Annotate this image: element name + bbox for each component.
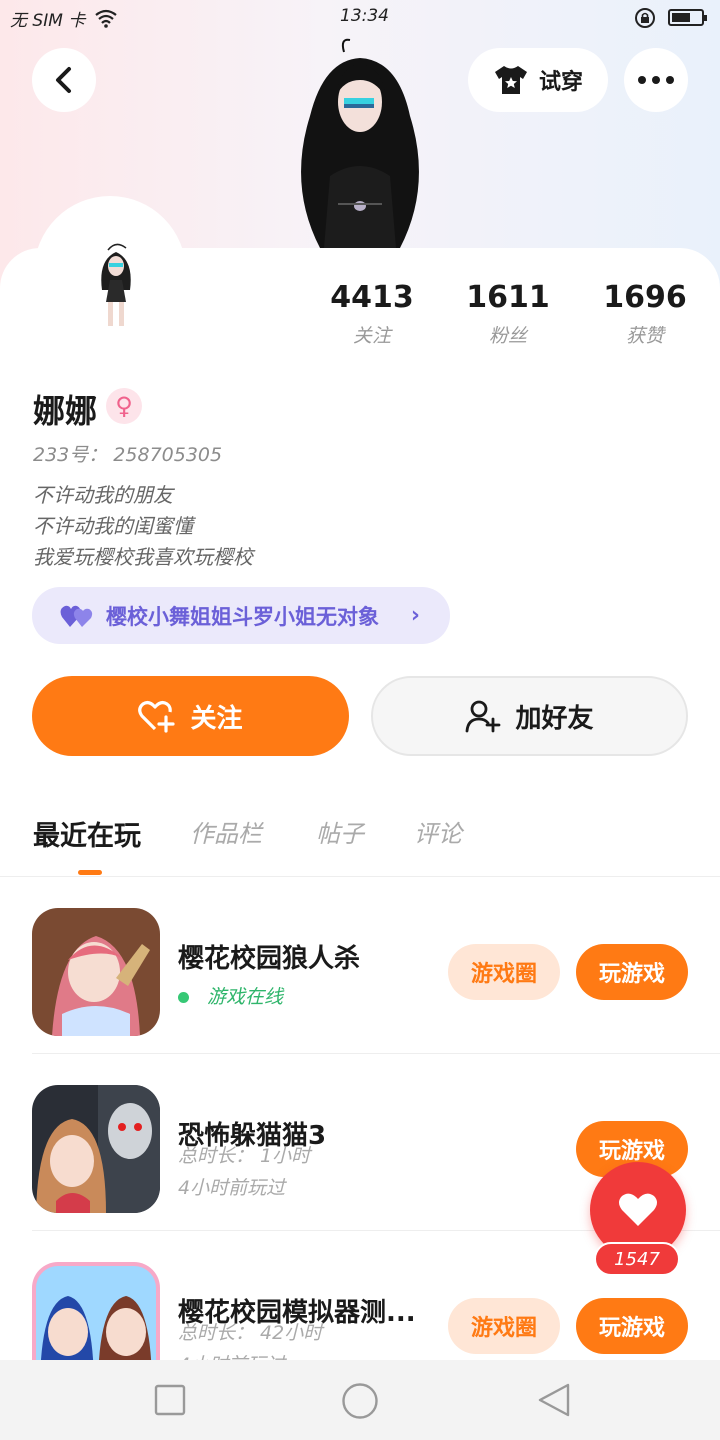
status-time: 13:34 bbox=[340, 6, 389, 26]
bio-line: 我爱玩樱校我喜欢玩樱校 bbox=[33, 545, 253, 569]
online-indicator bbox=[178, 992, 189, 1003]
stat-label: 关注 bbox=[352, 325, 391, 347]
chevron-right-icon: › bbox=[410, 603, 420, 628]
follow-label: 关注 bbox=[190, 703, 243, 734]
play-duration: 总时长： 42小时 bbox=[178, 1322, 323, 1344]
relationship-badge[interactable]: 樱校小舞姐姐斗罗小姐无对象 › bbox=[32, 587, 450, 644]
profile-name: 娜娜 bbox=[33, 392, 98, 430]
tab-posts[interactable]: 帖子 bbox=[316, 814, 364, 849]
bio-line: 不许动我的闺蜜懂 bbox=[33, 514, 193, 538]
game-circle-button[interactable]: 游戏圈 bbox=[448, 1298, 560, 1354]
avatar[interactable] bbox=[86, 240, 146, 332]
system-nav-bar bbox=[0, 1360, 720, 1440]
stat-value: 1696 bbox=[603, 280, 687, 315]
tab-works[interactable]: 作品栏 bbox=[190, 814, 262, 849]
play-game-button[interactable]: 玩游戏 bbox=[576, 944, 688, 1000]
wifi-icon bbox=[95, 9, 117, 28]
carrier-label: 无 SIM 卡 bbox=[10, 11, 86, 31]
play-game-button[interactable]: 玩游戏 bbox=[576, 1298, 688, 1354]
profile-tabs: 最近在玩 作品栏 帖子 评论 bbox=[0, 800, 720, 877]
stat-label: 获赞 bbox=[625, 325, 664, 347]
play-duration: 总时长： 1小时 bbox=[178, 1145, 311, 1167]
relationship-text: 樱校小舞姐姐斗罗小姐无对象 bbox=[106, 604, 379, 629]
add-friend-button[interactable]: 加好友 bbox=[371, 676, 688, 756]
like-count: 1547 bbox=[594, 1242, 680, 1276]
more-button[interactable] bbox=[624, 48, 688, 112]
stat-value: 4413 bbox=[330, 280, 414, 315]
last-played: 4小时前玩过 bbox=[178, 1177, 286, 1199]
stat-likes[interactable]: 1696 获赞 bbox=[585, 280, 705, 348]
user-id: 233号： 258705305 bbox=[33, 444, 223, 466]
tab-indicator bbox=[78, 870, 102, 875]
stat-followers[interactable]: 1611 粉丝 bbox=[448, 280, 568, 348]
profile-bio: 不许动我的朋友 不许动我的闺蜜懂 我爱玩樱校我喜欢玩樱校 bbox=[33, 480, 253, 573]
shirt-icon bbox=[494, 66, 527, 94]
tab-comments[interactable]: 评论 bbox=[414, 814, 462, 849]
heart-plus-icon bbox=[138, 700, 176, 733]
stat-value: 1611 bbox=[466, 280, 550, 315]
game-title: 樱花校园狼人杀 bbox=[178, 944, 361, 974]
double-heart-icon bbox=[60, 605, 93, 627]
stat-following[interactable]: 4413 关注 bbox=[312, 280, 432, 348]
game-row[interactable]: 樱花校园狼人杀 游戏在线 游戏圈 玩游戏 bbox=[0, 878, 720, 1054]
home-icon[interactable] bbox=[341, 1382, 379, 1420]
more-dots-icon bbox=[638, 76, 674, 84]
stat-label: 粉丝 bbox=[488, 325, 527, 347]
online-status-text: 游戏在线 bbox=[207, 986, 284, 1008]
divider bbox=[32, 1053, 720, 1054]
game-thumbnail bbox=[32, 1085, 160, 1213]
heart-icon bbox=[619, 1193, 657, 1226]
avatar-character-image bbox=[301, 38, 419, 248]
game-thumbnail bbox=[32, 908, 160, 1036]
status-bar: 无 SIM 卡 13:34 bbox=[0, 0, 720, 34]
try-on-button[interactable]: 试穿 bbox=[468, 48, 608, 112]
game-status: 游戏在线 bbox=[178, 982, 283, 1009]
follow-button[interactable]: 关注 bbox=[32, 676, 349, 756]
bio-line: 不许动我的朋友 bbox=[33, 483, 173, 507]
tab-recently-played[interactable]: 最近在玩 bbox=[33, 814, 141, 853]
back-nav-icon[interactable] bbox=[536, 1382, 572, 1418]
add-user-icon bbox=[466, 700, 501, 733]
try-on-label: 试穿 bbox=[538, 70, 583, 95]
back-button[interactable] bbox=[32, 48, 96, 112]
recent-apps-icon[interactable] bbox=[154, 1384, 186, 1416]
female-gender-icon: ♀ bbox=[106, 388, 142, 424]
battery-icon bbox=[668, 9, 707, 26]
game-circle-button[interactable]: 游戏圈 bbox=[448, 944, 560, 1000]
back-arrow-icon bbox=[56, 67, 71, 93]
rotation-lock-icon bbox=[635, 8, 655, 28]
add-friend-label: 加好友 bbox=[515, 703, 594, 734]
